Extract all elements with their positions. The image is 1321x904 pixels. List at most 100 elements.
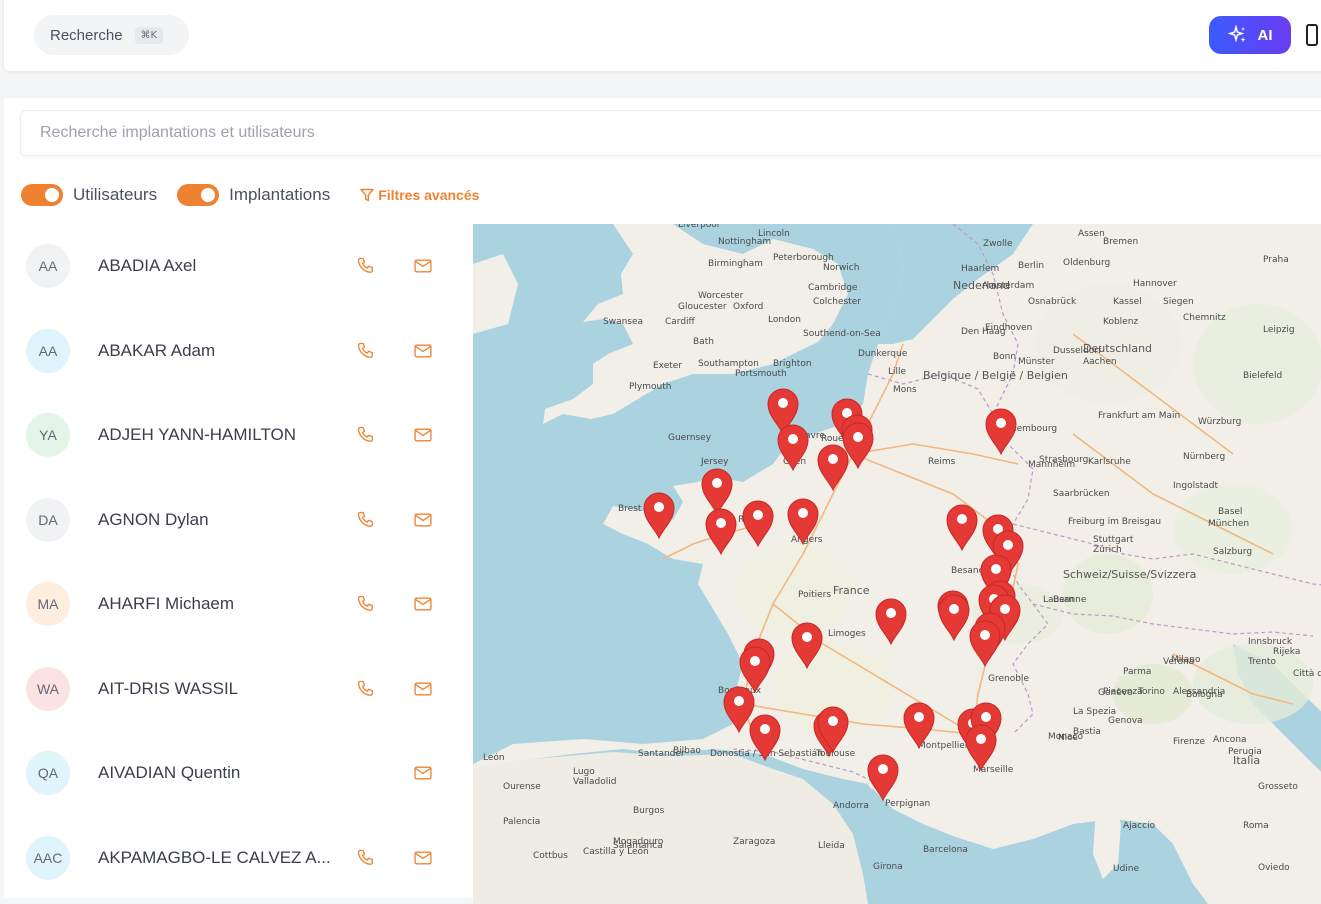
phone-icon[interactable] xyxy=(356,594,376,614)
mail-icon[interactable] xyxy=(413,341,433,361)
map-country-label: Belgique / België / Belgien xyxy=(923,369,1068,382)
map-city-label: Rijeka xyxy=(1273,647,1300,657)
map-city-label: Praha xyxy=(1263,255,1289,265)
map-city-label: Hannover xyxy=(1133,279,1177,289)
mail-icon[interactable] xyxy=(413,763,433,783)
map-city-label: Aachen xyxy=(1083,357,1117,367)
mail-icon[interactable] xyxy=(413,256,433,276)
users-toggle-label: Utilisateurs xyxy=(73,185,158,204)
map-city-label: Cardiff xyxy=(665,317,696,327)
map-city-label: Andorra xyxy=(833,801,869,811)
avatar-initials: AAC xyxy=(33,849,63,866)
map-city-label: Berlin xyxy=(1018,261,1044,271)
users-toggle[interactable] xyxy=(21,184,63,206)
map-city-label: Norwich xyxy=(823,263,859,273)
map-city-label: Roma xyxy=(1243,821,1269,831)
map-city-label: Zaragoza xyxy=(733,837,775,847)
top-bar: Recherche ⌘K AI xyxy=(4,0,1321,71)
avatar-initials: AA xyxy=(38,342,58,359)
mail-icon[interactable] xyxy=(413,679,433,699)
user-row[interactable]: AA ABADIA Axel xyxy=(4,224,472,309)
avatar: WA xyxy=(26,666,70,711)
map-city-label: München xyxy=(1208,519,1249,529)
map-city-label: Palencia xyxy=(503,817,540,827)
user-name[interactable]: ADJEH YANN-HAMILTON xyxy=(98,425,296,445)
map-city-label: Southampton xyxy=(698,359,759,369)
map-city-label: Kassel xyxy=(1113,297,1142,307)
map-city-label: Parma xyxy=(1123,667,1151,677)
map-city-label: Koblenz xyxy=(1103,317,1138,327)
map-city-label: Frankfurt am Main xyxy=(1098,411,1180,421)
phone-icon[interactable] xyxy=(356,679,376,699)
search-input[interactable] xyxy=(21,111,1321,155)
user-row[interactable]: AAC AKPAMAGBO-LE CALVEZ A... xyxy=(4,816,472,901)
mail-icon[interactable] xyxy=(413,848,433,868)
phone-icon[interactable] xyxy=(356,256,376,276)
map-city-label: León xyxy=(483,752,505,763)
user-row[interactable]: MA AHARFI Michaem xyxy=(4,562,472,647)
user-name[interactable]: AKPAMAGBO-LE CALVEZ A... xyxy=(98,848,331,868)
phone-icon[interactable] xyxy=(356,510,376,530)
phone-icon[interactable] xyxy=(356,341,376,361)
map[interactable]: Liverpool Nottingham Lincoln Birmingham Pete… xyxy=(473,224,1321,904)
search-bar xyxy=(20,110,1321,156)
advanced-filters-button[interactable]: Filtres avancés xyxy=(360,187,479,203)
user-row[interactable]: QA AIVADIAN Quentin xyxy=(4,731,472,816)
map-city-label: Barcelona xyxy=(923,845,968,855)
map-city-label: Birmingham xyxy=(708,259,763,269)
main-panel: Utilisateurs Implantations Filtres avanc… xyxy=(4,98,1321,904)
avatar: AAC xyxy=(26,835,70,880)
advanced-filters-label: Filtres avancés xyxy=(378,187,480,203)
global-search-button[interactable]: Recherche ⌘K xyxy=(34,15,189,55)
map-city-label: Brighton xyxy=(773,359,812,369)
sites-toggle[interactable] xyxy=(177,184,220,206)
avatar-initials: QA xyxy=(37,765,59,782)
map-country-label: Deutschland xyxy=(1083,342,1152,355)
map-city-label: Swansea xyxy=(603,317,643,327)
mail-icon[interactable] xyxy=(413,594,433,614)
map-city-label: Castilla y León xyxy=(583,846,649,857)
mail-icon[interactable] xyxy=(413,425,433,445)
map-city-label: Alessandria xyxy=(1173,687,1225,697)
map-city-label: Haarlem xyxy=(961,264,999,274)
mail-icon[interactable] xyxy=(413,510,433,530)
avatar: YA xyxy=(26,413,70,458)
avatar: MA xyxy=(26,582,70,627)
user-list: AA ABADIA Axel AA ABAKAR Adam YA ADJEH Y… xyxy=(4,224,472,904)
map-city-label: Mannheim xyxy=(1028,460,1075,470)
phone-icon[interactable] xyxy=(356,848,376,868)
user-row[interactable]: WA AIT-DRIS WASSIL xyxy=(4,647,472,732)
user-name[interactable]: ABAKAR Adam xyxy=(98,341,215,361)
user-name[interactable]: AIT-DRIS WASSIL xyxy=(98,679,238,699)
user-row[interactable]: DA AGNON Dylan xyxy=(4,478,472,563)
map-city-label: Trento xyxy=(1247,657,1276,667)
user-row[interactable]: YA ADJEH YANN-HAMILTON xyxy=(4,393,472,478)
map-city-label: Worcester xyxy=(698,291,744,301)
map-city-label: Mogadouro xyxy=(613,837,664,847)
map-city-label: Colchester xyxy=(813,297,861,307)
map-city-label: Mons xyxy=(893,385,917,395)
user-row[interactable]: AA ABAKAR Adam xyxy=(4,309,472,394)
map-city-label: Grosseto xyxy=(1258,782,1298,792)
map-city-label: Siegen xyxy=(1163,297,1194,307)
map-city-label: Piacenza xyxy=(1103,687,1143,697)
map-city-label: Osnabrück xyxy=(1028,297,1077,307)
map-city-label: Assen xyxy=(1078,229,1105,239)
map-city-label: Oldenburg xyxy=(1063,258,1110,268)
user-name[interactable]: AGNON Dylan xyxy=(98,510,209,530)
ai-label: AI xyxy=(1257,26,1273,44)
mobile-device-icon[interactable] xyxy=(1306,24,1318,46)
map-canvas[interactable]: LiverpoolNottinghamLincolnBirminghamPete… xyxy=(473,224,1321,904)
user-name[interactable]: ABADIA Axel xyxy=(98,256,196,276)
phone-icon[interactable] xyxy=(356,425,376,445)
user-name[interactable]: AIVADIAN Quentin xyxy=(98,763,240,783)
map-city-label: Oxford xyxy=(733,302,763,312)
user-name[interactable]: AHARFI Michaem xyxy=(98,594,234,614)
map-city-label: Valladolid xyxy=(573,777,616,787)
map-city-label: Eindhoven xyxy=(985,323,1032,333)
map-city-label: La Spezia xyxy=(1073,707,1116,717)
shortcut-badge: ⌘K xyxy=(134,26,164,44)
map-city-label: Ancona xyxy=(1213,735,1247,745)
avatar: AA xyxy=(26,244,70,289)
ai-button[interactable]: AI xyxy=(1209,16,1291,54)
